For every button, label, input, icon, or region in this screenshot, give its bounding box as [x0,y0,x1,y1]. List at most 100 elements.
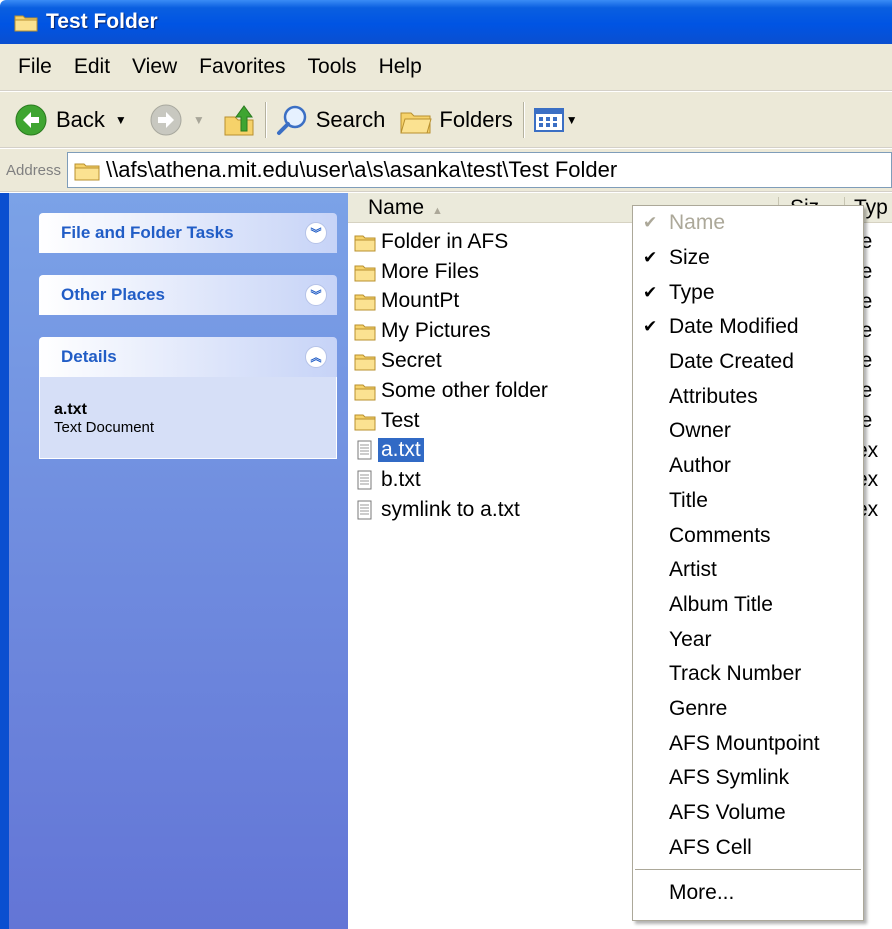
back-dropdown-icon[interactable]: ▼ [115,113,127,127]
details-header[interactable]: Details ︽ [39,337,337,377]
address-path: \\afs\athena.mit.edu\user\a\s\asanka\tes… [106,157,618,182]
task-pane: File and Folder Tasks ︾ Other Places ︾ D… [0,193,348,929]
expand-icon[interactable]: ︾ [305,284,327,306]
menu-item-more[interactable]: More... [633,876,863,911]
menu-item-album-title[interactable]: Album Title [633,588,863,623]
other-places-panel[interactable]: Other Places ︾ [39,275,337,315]
folder-icon [354,324,376,341]
folder-icon [354,414,376,431]
column-context-menu: ✔ Name ✔ Size ✔ Type ✔ Date Modified Date Create… [632,205,864,921]
views-dropdown-icon[interactable]: ▼ [566,113,578,127]
forward-dropdown-icon[interactable]: ▼ [193,113,205,127]
column-name[interactable]: Name ▲ [368,196,443,220]
back-button[interactable]: Back ▼ [14,103,127,137]
menu-item-genre[interactable]: Genre [633,692,863,727]
menu-item-label: Track Number [669,662,802,686]
back-label: Back [56,106,105,132]
folder-icon [74,163,100,181]
menu-item-label: Attributes [669,384,758,408]
menu-file[interactable]: File [8,55,64,79]
menu-item-author[interactable]: Author [633,449,863,484]
check-icon: ✔ [643,248,658,268]
menu-item-date-created[interactable]: Date Created [633,345,863,380]
folder-icon [354,354,376,371]
other-places-header[interactable]: Other Places ︾ [39,275,337,315]
menu-item-type[interactable]: ✔ Type [633,275,863,310]
menu-item-label: Year [669,627,712,651]
detail-file-name: a.txt [54,401,87,418]
menu-item-label: AFS Cell [669,835,752,859]
check-icon: ✔ [643,317,658,337]
menu-item-label: Size [669,246,710,270]
toolbar-separator [522,101,524,138]
file-name: symlink to a.txt [381,498,520,522]
menu-favorites[interactable]: Favorites [189,55,297,79]
folder-icon [354,384,376,401]
details-body: a.txt Text Document [39,377,337,459]
menu-item-label: Author [669,454,731,478]
forward-button[interactable]: ▼ [149,103,205,137]
views-button[interactable]: ▼ [533,107,578,133]
check-icon: ✔ [643,282,658,302]
folders-label: Folders [439,106,513,132]
folder-icon [14,15,38,32]
menu-item-label: Album Title [669,592,773,616]
details-panel: Details ︽ a.txt Text Document [39,337,337,459]
menu-item-label: AFS Symlink [669,766,790,790]
file-folder-tasks-title: File and Folder Tasks [61,223,234,242]
title-bar[interactable]: Test Folder [0,0,892,44]
menu-item-label: Artist [669,558,717,582]
menu-item-title[interactable]: Title [633,484,863,519]
menu-item-label: Name [669,211,726,235]
file-name: a.txt [378,438,424,463]
menu-item-afs-mountpoint[interactable]: AFS Mountpoint [633,726,863,761]
menu-item-label: Comments [669,523,771,547]
menu-item-date-modified[interactable]: ✔ Date Modified [633,310,863,345]
menu-item-name: ✔ Name [633,206,863,241]
collapse-icon[interactable]: ︽ [305,346,327,368]
address-field[interactable]: \\afs\athena.mit.edu\user\a\s\asanka\tes… [67,152,892,188]
menu-item-attributes[interactable]: Attributes [633,379,863,414]
text-file-icon [357,500,372,520]
menu-view[interactable]: View [122,55,189,79]
other-places-title: Other Places [61,285,165,304]
details-title: Details [61,347,117,366]
menu-item-owner[interactable]: Owner [633,414,863,449]
menu-item-afs-cell[interactable]: AFS Cell [633,830,863,865]
file-name: Some other folder [381,378,548,402]
back-arrow-icon [15,104,47,135]
file-folder-tasks-header[interactable]: File and Folder Tasks ︾ [39,213,337,253]
file-name: MountPt [381,289,460,313]
folders-button[interactable]: Folders [399,105,513,135]
menu-item-afs-volume[interactable]: AFS Volume [633,796,863,831]
file-name: Test [381,408,420,432]
menu-help[interactable]: Help [369,55,434,79]
menu-item-comments[interactable]: Comments [633,518,863,553]
text-file-icon [357,440,372,460]
menu-item-label: Owner [669,419,731,443]
search-button[interactable]: Search [276,103,386,137]
menu-edit[interactable]: Edit [64,55,122,79]
menu-item-size[interactable]: ✔ Size [633,241,863,276]
expand-icon[interactable]: ︾ [305,222,327,244]
menu-bar: File Edit View Favorites Tools Help [0,44,892,91]
file-name: Secret [381,349,442,373]
menu-item-afs-symlink[interactable]: AFS Symlink [633,761,863,796]
menu-item-artist[interactable]: Artist [633,553,863,588]
forward-arrow-icon [150,104,182,135]
menu-item-label: AFS Mountpoint [669,731,820,755]
menu-item-year[interactable]: Year [633,622,863,657]
up-button[interactable] [223,103,255,137]
file-name: More Files [381,259,480,283]
up-folder-icon [224,104,254,135]
check-icon: ✔ [643,213,658,233]
menu-item-track-number[interactable]: Track Number [633,657,863,692]
detail-file-type: Text Document [54,419,155,436]
file-name: My Pictures [381,319,491,343]
menu-tools[interactable]: Tools [298,55,369,79]
folders-icon [400,112,433,133]
folder-icon [354,235,376,252]
toolbar-separator [264,101,266,138]
search-label: Search [315,106,386,132]
file-folder-tasks-panel[interactable]: File and Folder Tasks ︾ [39,213,337,253]
